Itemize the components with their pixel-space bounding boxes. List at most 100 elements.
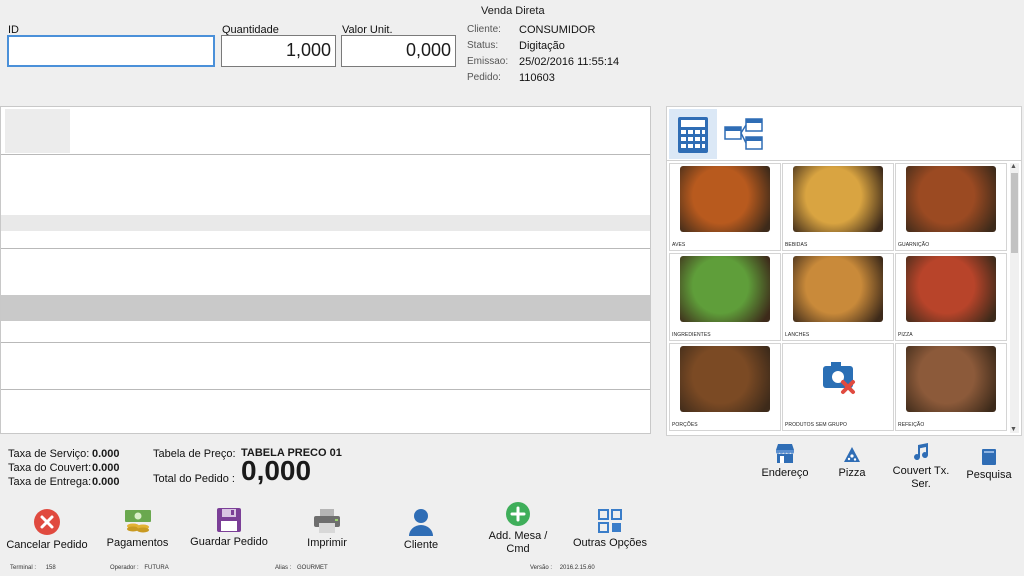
add-table-button[interactable]: Add. Mesa / Cmd	[478, 501, 558, 556]
cliente-label: Cliente:	[467, 24, 501, 35]
other-options-label: Outras Opções	[573, 537, 647, 549]
pedido-label: Pedido:	[467, 72, 501, 83]
cancel-icon	[34, 509, 60, 535]
category-tile[interactable]: GUARNIÇÃO	[895, 163, 1007, 251]
table-map-tab[interactable]	[719, 109, 769, 159]
id-input[interactable]	[7, 35, 215, 67]
category-label: AVES	[672, 242, 686, 248]
delivery-fee-label: Taxa de Entrega:	[8, 476, 92, 488]
money-icon	[124, 510, 151, 533]
order-total-value: 0,000	[241, 455, 312, 486]
pizza-slice-icon	[844, 447, 860, 462]
window-title: Venda Direta	[481, 5, 545, 17]
add-table-label: Add. Mesa / Cmd	[488, 530, 548, 555]
category-tile[interactable]: PRODUTOS SEM GRUPO	[782, 343, 894, 431]
grid-options-icon	[598, 509, 622, 533]
pedido-value: 110603	[519, 72, 555, 84]
couvert-button[interactable]: Couvert Tx. Ser.	[888, 442, 954, 491]
category-tile[interactable]: PIZZA	[895, 253, 1007, 341]
category-tile[interactable]: LANCHES	[782, 253, 894, 341]
table-row[interactable]	[1, 201, 650, 249]
pizza-button[interactable]: Pizza	[832, 446, 872, 479]
fees-summary: Taxa de Serviço: 0.000 Taxa do Couvert: …	[8, 448, 148, 492]
endereco-label: Endereço	[761, 467, 809, 479]
save-order-label: Guardar Pedido	[190, 536, 268, 548]
category-label: BEBIDAS	[785, 242, 808, 248]
side-dishes-photo	[906, 166, 996, 232]
floppy-disk-icon	[217, 508, 241, 532]
category-label: LANCHES	[785, 332, 810, 338]
calculator-icon	[678, 117, 708, 153]
table-row[interactable]	[1, 389, 650, 434]
payments-label: Pagamentos	[106, 537, 169, 549]
client-label: Cliente	[403, 539, 439, 551]
category-grid: AVES BEBIDAS GUARNIÇÃO INGREDIENTES LANCHES P…	[669, 163, 1009, 435]
user-icon	[409, 509, 433, 536]
printer-icon	[314, 509, 340, 533]
storefront-icon	[776, 444, 794, 463]
table-map-icon	[724, 118, 763, 150]
version-info: Versão : 2016.2.15.60	[530, 565, 595, 571]
vegetables-photo	[680, 256, 770, 322]
pesquisa-label: Pesquisa	[966, 469, 1012, 481]
category-panel: AVES BEBIDAS GUARNIÇÃO INGREDIENTES LANCHES P…	[666, 106, 1022, 436]
client-button[interactable]: Cliente	[396, 508, 446, 551]
music-note-icon	[914, 443, 929, 461]
status-value: Digitação	[519, 40, 565, 52]
couvert-fee-value: 0.000	[92, 462, 120, 474]
scrollbar-thumb[interactable]	[1011, 173, 1018, 253]
endereco-button[interactable]: Endereço	[758, 442, 812, 479]
category-tile[interactable]: AVES	[669, 163, 781, 251]
emissao-value: 25/02/2016 11:55:14	[519, 56, 620, 68]
unit-price-input[interactable]: 0,000	[341, 35, 456, 67]
print-label: Imprimir	[307, 537, 347, 549]
category-label: INGREDIENTES	[672, 332, 711, 338]
table-row-selected[interactable]	[1, 295, 650, 343]
alias-info: Alias : GOURMET	[275, 565, 328, 571]
category-label: PRODUTOS SEM GRUPO	[785, 422, 847, 428]
scrollbar[interactable]: ▲ ▼	[1010, 163, 1019, 433]
quantity-input[interactable]: 1,000	[221, 35, 336, 67]
divider	[667, 160, 1021, 161]
category-tile[interactable]: REFEIÇÃO	[895, 343, 1007, 431]
other-options-button[interactable]: Outras Opções	[568, 508, 652, 549]
table-row[interactable]	[1, 342, 650, 390]
order-total-label: Total do Pedido :	[153, 473, 235, 485]
save-order-button[interactable]: Guardar Pedido	[186, 507, 272, 548]
couvert-fee-label: Taxa do Couvert:	[8, 462, 92, 474]
delivery-fee-value: 0.000	[92, 476, 120, 488]
category-tile[interactable]: INGREDIENTES	[669, 253, 781, 341]
portions-photo	[680, 346, 770, 412]
table-row[interactable]	[1, 107, 650, 155]
pizza-label: Pizza	[838, 467, 866, 479]
drinks-photo	[793, 166, 883, 232]
emissao-label: Emissao:	[467, 56, 509, 67]
table-row[interactable]	[1, 154, 650, 202]
pizza-photo	[906, 256, 996, 322]
status-label: Status:	[467, 40, 499, 51]
category-label: PORÇÕES	[672, 422, 698, 428]
calculator-tab[interactable]	[669, 109, 717, 159]
payments-button[interactable]: Pagamentos	[100, 508, 175, 549]
meal-photo	[906, 346, 996, 412]
scroll-up-icon[interactable]: ▲	[1010, 163, 1017, 170]
plus-circle-icon	[506, 502, 530, 526]
pesquisa-button[interactable]: Pesquisa	[964, 448, 1014, 481]
terminal-info: Terminal : 158	[10, 565, 56, 571]
no-image-icon	[793, 346, 883, 412]
category-label: GUARNIÇÃO	[898, 242, 930, 248]
couvert-label: Couvert Tx. Ser.	[892, 465, 950, 490]
category-label: REFEIÇÃO	[898, 422, 925, 428]
category-tile[interactable]: PORÇÕES	[669, 343, 781, 431]
roast-chicken-photo	[680, 166, 770, 232]
category-tile[interactable]: BEBIDAS	[782, 163, 894, 251]
price-table-label: Tabela de Preço:	[153, 448, 236, 460]
category-label: PIZZA	[898, 332, 913, 338]
table-row[interactable]	[1, 248, 650, 296]
items-grid[interactable]	[0, 106, 651, 434]
service-fee-value: 0.000	[92, 448, 120, 460]
cancel-order-button[interactable]: Cancelar Pedido	[2, 508, 92, 551]
scroll-down-icon[interactable]: ▼	[1010, 426, 1017, 433]
cancel-order-label: Cancelar Pedido	[6, 539, 88, 551]
print-button[interactable]: Imprimir	[296, 508, 358, 549]
